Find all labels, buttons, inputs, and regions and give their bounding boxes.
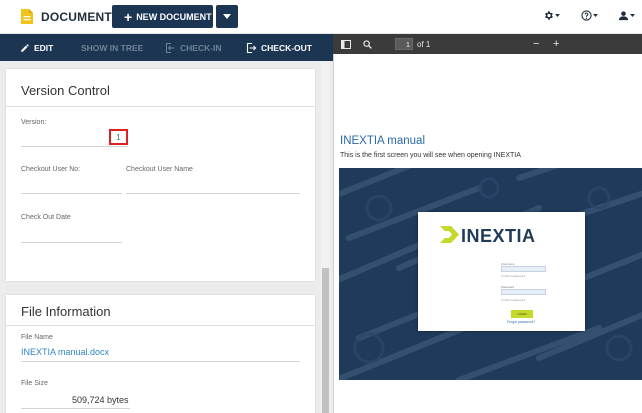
forgot-password-link: Forgot password? [507, 320, 536, 324]
settings-menu-button[interactable] [543, 10, 560, 21]
new-document-button[interactable]: + NEW DOCUMENT [112, 5, 213, 28]
user-icon [618, 11, 629, 21]
file-name-label: File Name [21, 334, 53, 341]
zoom-in-button[interactable]: + [553, 34, 559, 54]
inextia-logo-icon [440, 226, 459, 243]
file-size-value: 509,724 [72, 395, 105, 405]
page-number-input[interactable] [395, 38, 413, 50]
help-menu-button[interactable] [581, 10, 598, 21]
brand-logo: INEXTIA [461, 226, 536, 246]
check-in-button[interactable]: CHECK-IN [164, 34, 222, 61]
login-button: LOGIN [511, 310, 533, 318]
checkout-user-no-field[interactable] [21, 193, 122, 194]
document-icon [21, 9, 33, 24]
show-in-tree-button[interactable]: SHOW IN TREE [81, 34, 143, 61]
find-button[interactable] [363, 34, 372, 54]
checkout-user-name-field[interactable] [126, 193, 300, 194]
gear-icon [545, 11, 553, 20]
pdf-viewer-toolbar: of 1 − + [333, 34, 642, 54]
login-card: INEXTIA Username Confirm password Passwo… [418, 212, 585, 331]
file-size-label: File Size [21, 380, 48, 387]
version-field[interactable]: 1 [109, 129, 128, 145]
search-icon [363, 39, 372, 49]
divider [6, 325, 315, 326]
checkout-user-name-label: Checkout User Name [126, 166, 193, 173]
file-information-card: File Information File Name INEXTIA manua… [6, 295, 315, 413]
login-button-label: LOGIN [517, 312, 527, 316]
zoom-out-button[interactable]: − [533, 34, 539, 54]
manual-heading: INEXTIA manual [340, 135, 426, 147]
pencil-icon [21, 43, 29, 52]
file-information-title: File Information [21, 304, 111, 319]
file-size-unit: bytes [107, 395, 129, 405]
version-control-card: Version Control Version: 1 Checkout User… [6, 69, 315, 281]
username-input [501, 266, 546, 272]
edit-label: EDIT [34, 42, 54, 53]
caret-down-icon [630, 14, 635, 17]
version-underline [21, 146, 128, 147]
check-out-label: CHECK-OUT [261, 42, 312, 53]
new-document-label: NEW DOCUMENT [136, 11, 212, 22]
sidebar-toggle-icon [341, 39, 351, 49]
help-icon [581, 10, 592, 21]
manual-subtitle: This is the first screen you will see wh… [340, 152, 521, 159]
show-password-checkbox: Confirm password [501, 298, 526, 302]
top-bar: DOCUMENT + NEW DOCUMENT [0, 0, 642, 34]
file-name-underline [21, 361, 300, 362]
document-toolbar: EDIT SHOW IN TREE CHECK-IN CHECK-OUT [0, 34, 333, 61]
plus-icon: + [124, 8, 133, 25]
page-total: of 1 [417, 39, 431, 49]
check-out-icon [246, 42, 257, 53]
password-input [501, 289, 546, 295]
remember-checkbox: Confirm password [501, 274, 526, 278]
check-in-label: CHECK-IN [180, 42, 222, 53]
edit-button[interactable]: EDIT [20, 34, 53, 61]
checkout-user-no-label: Checkout User No: [21, 166, 81, 173]
user-menu-button[interactable] [618, 10, 635, 21]
check-out-date-label: Check Out Date [21, 214, 71, 221]
page-title: DOCUMENT [41, 10, 112, 24]
file-size-underline [21, 408, 130, 409]
file-name-link[interactable]: INEXTIA manual.docx [21, 347, 109, 357]
new-document-dropdown-button[interactable] [216, 5, 238, 28]
document-properties-panel[interactable]: Version Control Version: 1 Checkout User… [0, 61, 333, 413]
caret-down-icon [593, 14, 598, 17]
check-out-button[interactable]: CHECK-OUT [245, 34, 312, 61]
version-value: 1 [116, 132, 121, 142]
version-label: Version: [21, 119, 47, 126]
version-control-title: Version Control [21, 83, 110, 98]
caret-down-icon [555, 14, 560, 17]
check-in-icon [166, 42, 175, 53]
show-in-tree-label: SHOW IN TREE [81, 42, 144, 53]
divider [6, 106, 315, 107]
caret-down-icon [223, 14, 231, 19]
login-screenshot-image: INEXTIA Username Confirm password Passwo… [339, 168, 642, 380]
pdf-page[interactable]: INEXTIA manual This is the first screen … [333, 54, 642, 413]
check-out-date-field[interactable] [21, 242, 122, 243]
sidebar-toggle-button[interactable] [341, 34, 351, 54]
panel-scrollbar-thumb[interactable] [322, 268, 329, 413]
